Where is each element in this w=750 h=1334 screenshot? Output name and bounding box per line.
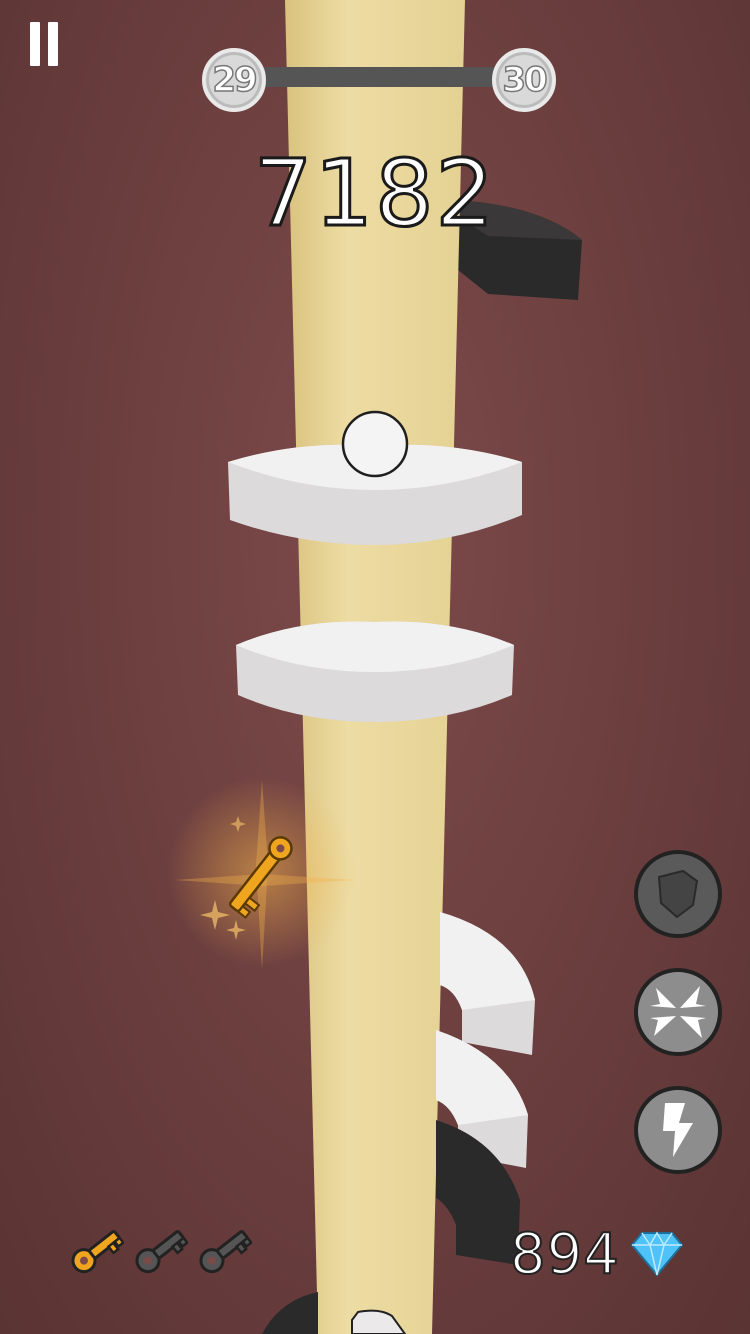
key-icon-empty <box>135 1230 188 1274</box>
level-progress-bar <box>250 67 502 87</box>
pause-button[interactable] <box>28 20 62 68</box>
player-ball <box>341 410 409 478</box>
pause-icon-bar-right <box>48 22 58 66</box>
lightning-powerup-button[interactable] <box>634 1086 722 1174</box>
key-icon-empty <box>199 1230 252 1274</box>
shield-powerup-button[interactable] <box>634 850 722 938</box>
keys-collected <box>66 1222 256 1286</box>
current-level-badge: 29 <box>202 48 266 112</box>
diamond-icon <box>630 1231 684 1277</box>
shield-icon <box>657 869 699 919</box>
platform-ring-2 <box>236 621 514 722</box>
lightning-icon <box>663 1103 693 1157</box>
score-counter: 7182 <box>252 139 497 249</box>
next-level-badge: 30 <box>492 48 556 112</box>
gem-counter: 894 <box>509 1216 684 1292</box>
gem-count: 894 <box>509 1221 620 1288</box>
pause-icon-bar-left <box>30 22 40 66</box>
burst-icon <box>650 986 706 1038</box>
key-icon-collected <box>71 1230 124 1274</box>
burst-powerup-button[interactable] <box>634 968 722 1056</box>
